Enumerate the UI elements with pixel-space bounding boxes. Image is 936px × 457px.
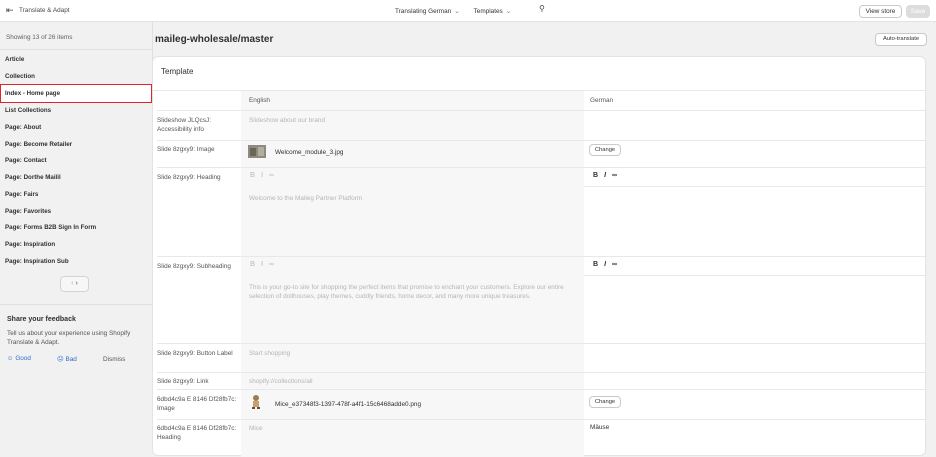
english-value: Slideshow about our brand [249,117,326,124]
pagination: ‹ › [60,276,89,292]
sidebar-item-page-favorites[interactable]: Page: Favorites [5,208,51,215]
editor-toolbar-german: BI∞ [593,172,623,179]
english-value: Mice [249,425,263,432]
resource-selector-label: Templates [473,8,503,15]
page-title: maileg-wholesale/master [155,34,274,45]
divider [157,372,927,373]
english-value: Welcome to the Maileg Partner Platform [249,195,363,202]
field-label: 6dbd4c9a E 8146 Df28fb7c: Heading [157,425,237,441]
col-header-english: English [249,97,270,104]
language-selector[interactable]: Translating German ⌄ [395,7,460,15]
divider [0,304,152,305]
feedback-good-button[interactable]: ☺ Good [7,355,31,362]
italic-icon: I [261,172,270,179]
editor-toolbar-english: BI∞ [250,172,280,179]
template-card: Template English German Slideshow JLQcsJ… [152,56,927,457]
scrollbar[interactable] [932,22,936,446]
sidebar-item-page-contact[interactable]: Page: Contact [5,157,47,164]
link-icon[interactable]: ∞ [612,261,623,268]
resource-selector[interactable]: Templates ⌄ [474,7,512,15]
top-bar-selectors: Translating German ⌄ Templates ⌄ [395,7,511,15]
change-image-button[interactable]: Change [589,144,621,156]
file-name: Welcome_module_3.jpg [275,149,344,156]
bold-icon: B [250,172,262,179]
divider [584,275,927,276]
chevron-down-icon: ⌄ [505,8,512,15]
field-label: Slide 8zgxy9: Button Label [157,350,233,357]
editor-toolbar-german: BI∞ [593,261,623,268]
search-icon[interactable]: ⚲ [539,4,545,13]
divider [0,49,152,50]
field-label: Slide 8zgxy9: Link [157,378,209,385]
item-count: Showing 13 of 26 items [6,34,73,41]
auto-translate-button[interactable]: Auto-translate [875,33,927,46]
bold-icon[interactable]: B [593,172,604,179]
exit-icon[interactable]: ⇤ [6,5,14,16]
divider [157,167,927,168]
sidebar-item-page-forms[interactable]: Page: Forms B2B Sign In Form [5,224,96,231]
feedback-dismiss-button[interactable]: Dismiss [103,356,125,363]
link-icon: ∞ [269,172,281,179]
english-value: Start shopping [249,350,291,357]
sidebar: Showing 13 of 26 items Article Collectio… [0,22,153,446]
sidebar-item-page-fairs[interactable]: Page: Fairs [5,191,38,198]
divider [157,256,927,257]
smile-icon: ☺ [7,355,14,362]
next-page-icon[interactable]: › [75,280,77,287]
top-bar: ⇤ Translate & Adapt Translating German ⌄ … [0,0,936,22]
english-value: shopify://collections/all [249,378,313,385]
app-title: Translate & Adapt [19,7,70,14]
field-label: Slide 8zgxy9: Image [157,146,215,153]
sidebar-item-collection[interactable]: Collection [5,73,35,80]
view-store-button[interactable]: View store [859,5,902,18]
feedback-good-label: Good [15,355,31,362]
change-image-button[interactable]: Change [589,396,621,408]
feedback-title: Share your feedback [7,316,76,323]
card-title: Template [161,67,194,76]
divider [157,389,927,390]
sidebar-item-page-dorthe[interactable]: Page: Dorthe Mailil [5,174,61,181]
field-label: Slide 8zgxy9: Heading [157,174,221,181]
sidebar-item-page-inspiration-sub[interactable]: Page: Inspiration Sub [5,258,69,265]
german-input[interactable]: Mäuse [590,424,609,431]
divider [157,419,927,420]
bold-icon: B [250,261,262,268]
sidebar-item-page-about[interactable]: Page: About [5,124,41,131]
file-name: Mice_e37348f3-1397-478f-a4f1-15c6468adde… [275,401,422,408]
divider [157,140,927,141]
sidebar-item-page-become-retailer[interactable]: Page: Become Retailer [5,141,72,148]
col-header-german: German [590,97,614,104]
chevron-down-icon: ⌄ [454,8,460,15]
link-icon: ∞ [269,261,281,268]
feedback-text: Tell us about your experience using Shop… [7,330,131,346]
sidebar-item-index-home-page[interactable]: Index - Home page [5,90,60,97]
editor-toolbar-english: BI∞ [250,261,280,268]
save-button[interactable]: Save [906,5,930,18]
image-thumbnail [248,145,266,158]
feedback-bad-button[interactable]: ☹ Bad [57,355,77,363]
sidebar-item-list-collections[interactable]: List Collections [5,107,51,114]
italic-icon[interactable]: I [604,261,612,268]
field-label: 6dbd4c9a E 8146 Df28fb7c: Image [157,396,237,412]
feedback-bad-label: Bad [65,356,77,363]
italic-icon[interactable]: I [604,172,612,179]
language-selector-label: Translating German [395,8,452,15]
field-label: Slide 8zgxy9: Subheading [157,263,231,270]
prev-page-icon[interactable]: ‹ [71,280,73,287]
field-label: Slideshow JLQcsJ: Accessibility info [157,117,211,133]
italic-icon: I [261,261,270,268]
image-thumbnail [252,395,260,409]
link-icon[interactable]: ∞ [612,172,623,179]
divider [584,186,927,187]
bold-icon[interactable]: B [593,261,604,268]
divider [157,343,927,344]
sidebar-item-page-inspiration[interactable]: Page: Inspiration [5,241,55,248]
english-value: This is your go-to site for shopping the… [249,284,564,300]
sidebar-item-article[interactable]: Article [5,56,24,63]
divider [157,110,927,111]
frown-icon: ☹ [57,356,64,363]
